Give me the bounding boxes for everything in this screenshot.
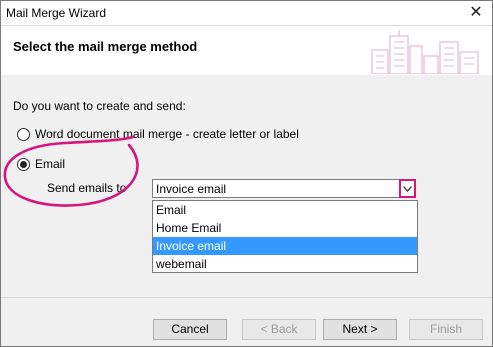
radio-button-email[interactable]: [17, 157, 30, 171]
dropdown-option-selected[interactable]: Invoice email: [153, 237, 417, 255]
page-title: Select the mail merge method: [13, 39, 198, 54]
dropdown-arrow-button[interactable]: [399, 179, 416, 198]
send-emails-to-label: Send emails to: [47, 181, 127, 195]
wizard-content: Do you want to create and send: Word doc…: [1, 75, 492, 296]
window-title: Mail Merge Wizard: [6, 6, 107, 20]
cancel-button[interactable]: Cancel: [153, 319, 227, 340]
next-button[interactable]: Next >: [323, 319, 397, 340]
finish-button[interactable]: Finish: [409, 319, 483, 340]
radio-email[interactable]: Email: [17, 157, 65, 171]
radio-email-label: Email: [35, 157, 66, 171]
method-question: Do you want to create and send:: [13, 99, 186, 113]
city-skyline-icon: [371, 30, 479, 74]
send-emails-to-combo[interactable]: Invoice email: [152, 179, 416, 198]
dropdown-option[interactable]: webemail: [153, 255, 417, 273]
back-button[interactable]: < Back: [242, 319, 316, 340]
chevron-down-icon: [403, 185, 412, 192]
radio-word-label: Word document mail merge - create letter…: [35, 127, 299, 141]
close-icon[interactable]: ✕: [466, 3, 486, 23]
dropdown-option[interactable]: Home Email: [153, 219, 417, 237]
wizard-footer: Cancel < Back Next > Finish: [1, 297, 492, 346]
dropdown-option[interactable]: Email: [153, 201, 417, 219]
radio-button-word[interactable]: [17, 127, 30, 141]
combo-value: Invoice email: [156, 182, 227, 196]
email-field-dropdown-list: Email Home Email Invoice email webemail: [152, 200, 418, 273]
radio-word-document[interactable]: Word document mail merge - create letter…: [17, 127, 299, 141]
wizard-header: Select the mail merge method: [1, 25, 492, 76]
title-bar: Mail Merge Wizard ✕: [1, 1, 492, 25]
mail-merge-wizard-window: Mail Merge Wizard ✕ Select the mail merg…: [0, 0, 493, 347]
